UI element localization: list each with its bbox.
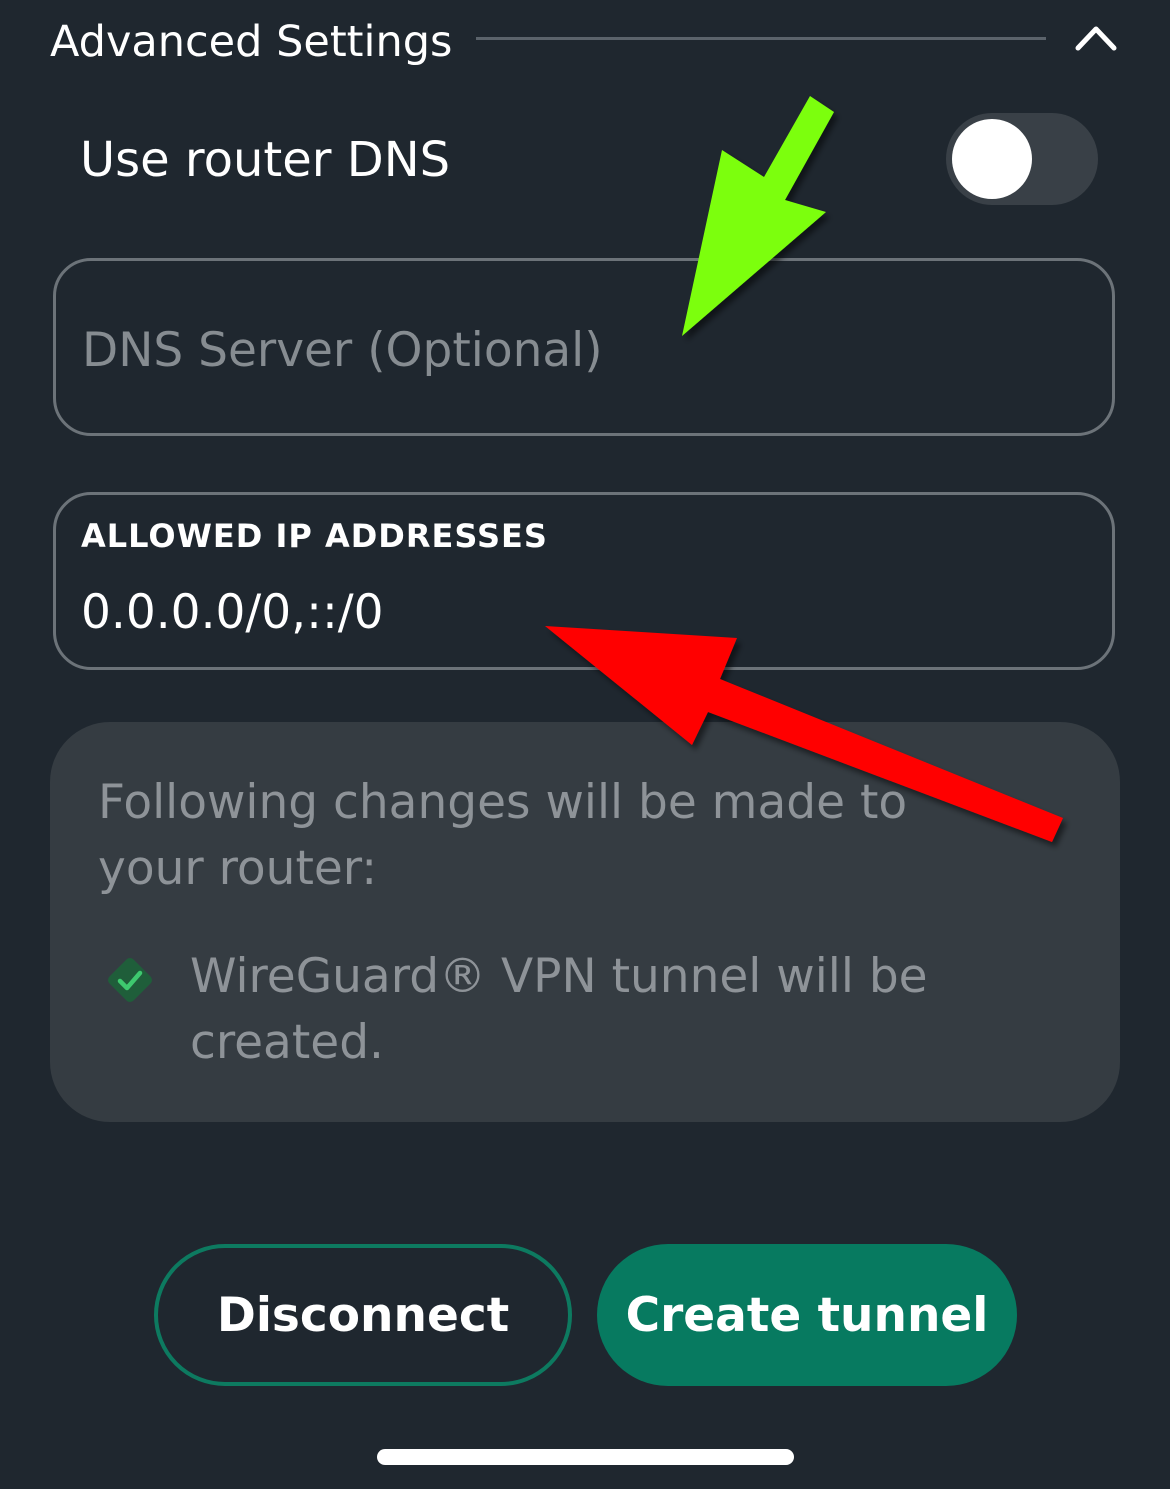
router-dns-row: Use router DNS bbox=[80, 113, 1100, 208]
allowed-ip-input[interactable]: 0.0.0.0/0,::/0 bbox=[81, 585, 384, 641]
home-indicator bbox=[377, 1449, 794, 1465]
changes-info-item: WireGuard® VPN tunnel will be created. bbox=[100, 944, 1000, 1084]
dns-server-field[interactable] bbox=[53, 258, 1115, 436]
changes-info-item-text: WireGuard® VPN tunnel will be created. bbox=[190, 949, 928, 1070]
advanced-settings-header[interactable]: Advanced Settings bbox=[50, 10, 1120, 70]
router-dns-label: Use router DNS bbox=[80, 132, 451, 188]
toggle-knob bbox=[952, 119, 1032, 199]
create-tunnel-button[interactable]: Create tunnel bbox=[597, 1244, 1017, 1386]
changes-info-card: Following changes will be made to your r… bbox=[50, 722, 1120, 1122]
allowed-ip-label: ALLOWED IP ADDRESSES bbox=[81, 517, 548, 555]
dns-server-input[interactable] bbox=[80, 311, 1064, 389]
section-divider bbox=[476, 37, 1046, 40]
router-dns-toggle[interactable] bbox=[946, 113, 1098, 205]
chevron-up-icon[interactable] bbox=[1072, 14, 1120, 62]
disconnect-button[interactable]: Disconnect bbox=[154, 1244, 572, 1386]
check-diamond-icon bbox=[100, 950, 160, 1010]
changes-info-heading: Following changes will be made to your r… bbox=[98, 775, 908, 896]
advanced-settings-title: Advanced Settings bbox=[50, 17, 453, 67]
allowed-ip-field[interactable]: ALLOWED IP ADDRESSES 0.0.0.0/0,::/0 bbox=[53, 492, 1115, 670]
